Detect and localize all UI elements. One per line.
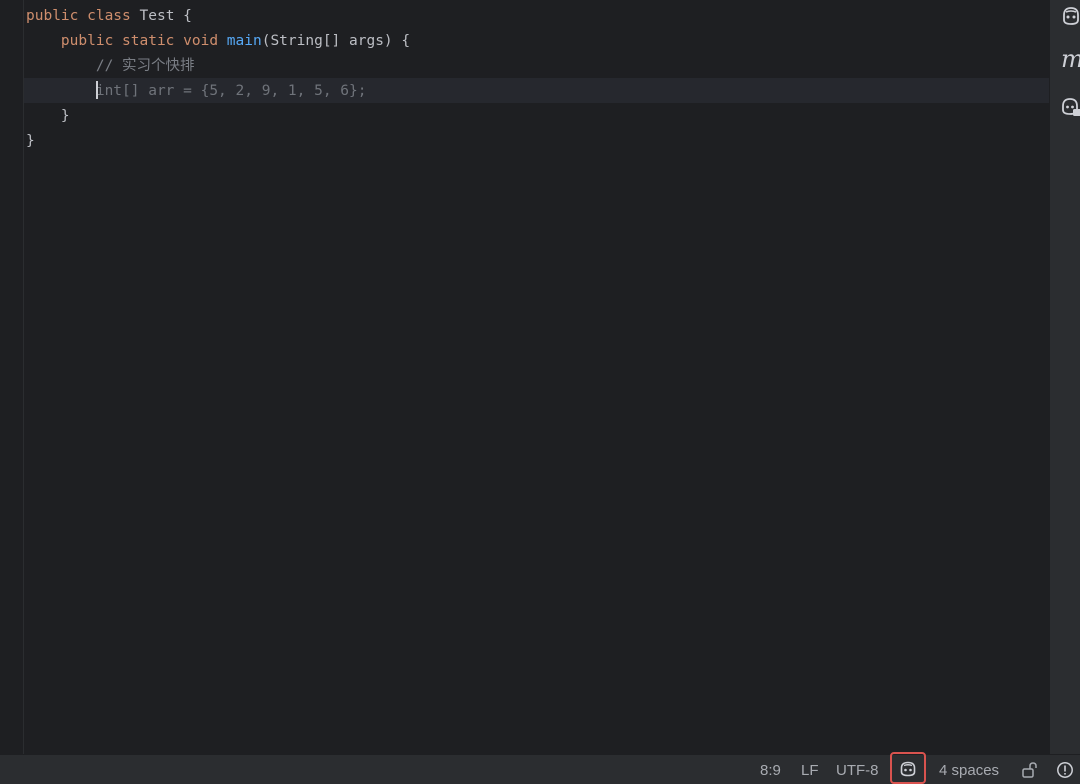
copilot-chat-icon[interactable] [1060, 96, 1080, 118]
copilot-status-icon [900, 761, 916, 777]
notifications-icon[interactable] [1056, 761, 1074, 779]
code-token: Test { [139, 8, 192, 24]
code-token: main [226, 33, 262, 49]
status-bar: 8:9 LF UTF-8 4 spaces [0, 752, 1080, 784]
line-separator[interactable]: LF [801, 755, 819, 784]
code-token: } [26, 133, 35, 149]
cursor-position[interactable]: 8:9 [760, 755, 781, 784]
inline-suggestion[interactable]: int[] arr = {5, 2, 9, 1, 5, 6}; [96, 83, 367, 99]
code-line-2[interactable]: public static void main(String[] args) { [26, 29, 410, 54]
code-line-3[interactable]: // 实习个快排 [26, 54, 195, 79]
copilot-status-button[interactable] [890, 752, 926, 784]
code-line-6[interactable]: } [26, 129, 35, 154]
code-token: public static void [26, 33, 227, 49]
ide-window: public class Test { public static void m… [0, 0, 1080, 784]
editor-gutter[interactable] [0, 0, 24, 754]
code-line-4[interactable]: int[] arr = {5, 2, 9, 1, 5, 6}; [26, 79, 366, 104]
text-caret [95, 81, 98, 99]
copilot-icon[interactable] [1060, 5, 1080, 27]
indent-setting[interactable]: 4 spaces [939, 755, 999, 784]
code-line-5[interactable]: } [26, 104, 70, 129]
code-token: (String[] args) { [261, 33, 411, 49]
code-comment: // 实习个快排 [26, 58, 195, 74]
code-token: } [26, 108, 70, 124]
code-line-1[interactable]: public class Test { [26, 4, 192, 29]
maven-icon[interactable]: m [1061, 44, 1080, 74]
code-editor[interactable]: public class Test { public static void m… [24, 0, 1049, 754]
file-encoding[interactable]: UTF-8 [836, 755, 879, 784]
code-token: public class [26, 8, 140, 24]
right-tool-window-bar: m [1049, 0, 1080, 754]
lock-open-icon[interactable] [1021, 761, 1039, 779]
